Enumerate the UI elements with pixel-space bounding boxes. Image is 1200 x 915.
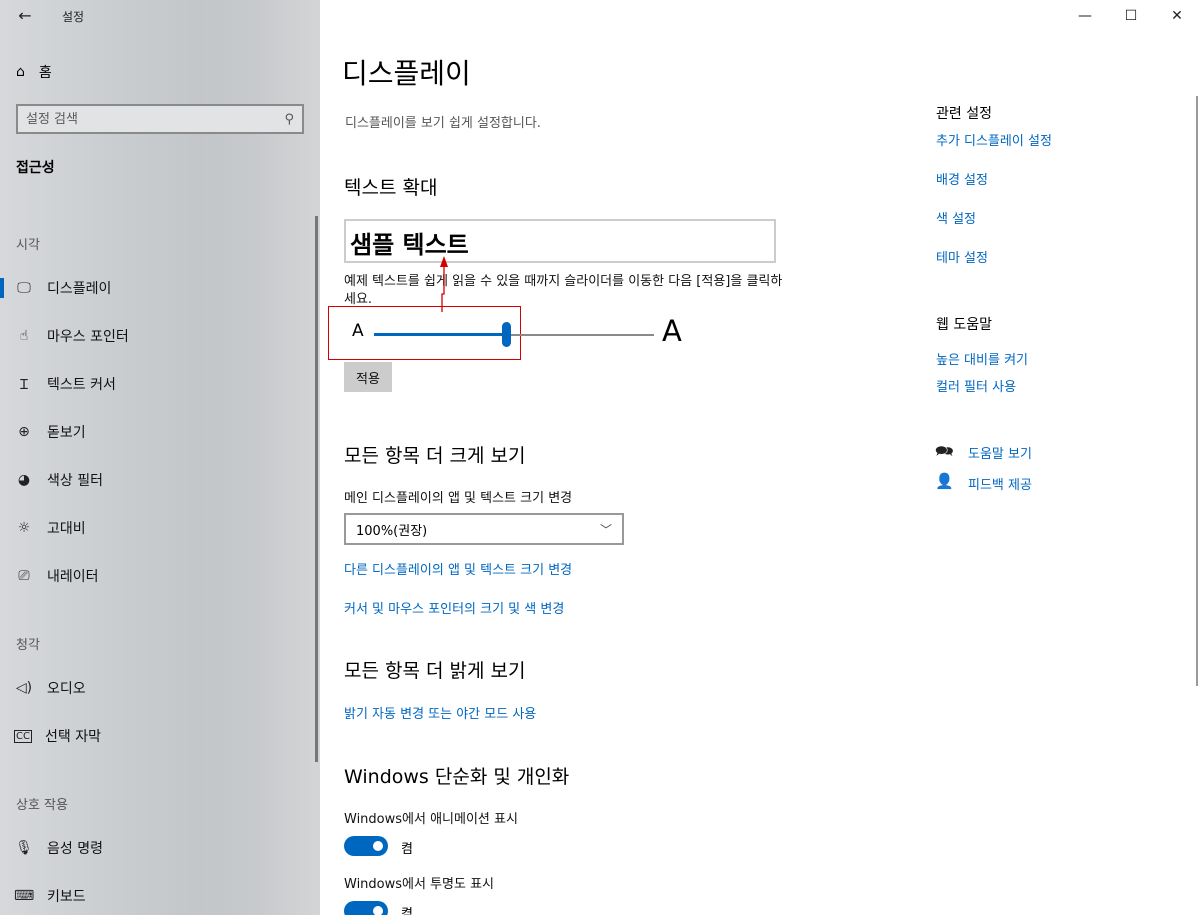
sidebar: ← 설정 ⌂ 홈 ⚲ 접근성 시각 🖵 디스플레이 ☝ 마우스 포인터 Ɪ 텍스… [0,0,320,915]
transparency-toggle[interactable] [344,901,388,915]
sidebar-item-magnifier[interactable]: ⊕ 돋보기 [0,412,310,452]
sidebar-item-closed-captions[interactable]: CC 선택 자막 [0,716,310,756]
sidebar-item-label: 키보드 [47,889,86,905]
mouse-pointer-icon: ☝ [19,328,29,344]
brightness-icon: ☼ [17,520,31,536]
apply-button[interactable]: 적용 [344,362,392,392]
slider-min-label: A [352,321,364,341]
magnifier-icon: ⊕ [18,424,30,440]
sample-text-box: 샘플 텍스트 [344,219,776,263]
animation-toggle-state: 켬 [401,842,413,857]
scale-heading: 모든 항목 더 크게 보기 [344,445,526,467]
slider-instruction: 예제 텍스트를 쉽게 읽을 수 있을 때까지 슬라이더를 이동한 다음 [적용]… [344,274,783,307]
text-size-slider-thumb[interactable] [501,322,511,347]
section-title: 접근성 [16,160,55,176]
transparency-label: Windows에서 투명도 표시 [344,877,495,892]
group-label-interaction: 상호 작용 [16,798,68,813]
search-input[interactable] [26,111,266,127]
sidebar-item-label: 색상 필터 [47,473,103,489]
sidebar-item-home[interactable]: ⌂ 홈 [16,62,52,82]
auto-brightness-link[interactable]: 밝기 자동 변경 또는 야간 모드 사용 [344,703,536,722]
text-size-slider-fill [374,333,506,336]
sidebar-item-label: 디스플레이 [47,281,112,297]
help-chat-icon: 🗪 [935,442,954,460]
sidebar-item-narrator[interactable]: ⎚ 내레이터 [0,556,310,596]
toggle-knob [373,841,383,851]
app-title: 설정 [62,10,85,24]
feedback-person-icon: 👤 [935,472,954,490]
get-help-link[interactable]: 도움말 보기 [968,443,1032,462]
maximize-icon[interactable]: ☐ [1108,0,1154,32]
scale-label: 메인 디스플레이의 앱 및 텍스트 크기 변경 [344,491,573,506]
color-settings-link[interactable]: 색 설정 [936,208,976,227]
sidebar-item-display[interactable]: 🖵 디스플레이 [0,268,310,308]
web-help-heading: 웹 도움말 [936,317,992,333]
animation-label: Windows에서 애니메이션 표시 [344,812,518,827]
microphone-icon: 🎙 [15,840,33,856]
sidebar-item-label: 홈 [38,65,52,81]
page-title: 디스플레이 [342,57,471,90]
sidebar-item-label: 텍스트 커서 [47,377,116,393]
sidebar-item-mouse-pointer[interactable]: ☝ 마우스 포인터 [0,316,310,356]
sidebar-item-speech[interactable]: 🎙 음성 명령 [0,828,310,868]
text-size-heading: 텍스트 확대 [344,177,438,199]
sidebar-item-keyboard[interactable]: ⌨ 키보드 [0,876,310,915]
related-settings-heading: 관련 설정 [936,106,992,122]
text-cursor-icon: Ɪ [20,376,28,393]
sidebar-item-high-contrast[interactable]: ☼ 고대비 [0,508,310,548]
slider-max-label: A [662,314,682,348]
sidebar-item-audio[interactable]: ◁) 오디오 [0,668,310,708]
closed-caption-icon: CC [14,729,32,743]
scale-dropdown[interactable]: 100%(권장) ﹀ [344,513,624,545]
sidebar-item-label: 음성 명령 [47,841,103,857]
home-icon: ⌂ [16,64,25,80]
sidebar-item-label: 내레이터 [47,569,99,585]
annotation-arrow [440,256,448,312]
cursor-pointer-size-link[interactable]: 커서 및 마우스 포인터의 크기 및 색 변경 [344,598,564,617]
toggle-knob [373,906,383,915]
other-display-scale-link[interactable]: 다른 디스플레이의 앱 및 텍스트 크기 변경 [344,559,572,578]
give-feedback-link[interactable]: 피드백 제공 [968,474,1032,493]
high-contrast-link[interactable]: 높은 대비를 켜기 [936,349,1028,368]
keyboard-icon: ⌨ [14,888,35,904]
sidebar-item-label: 오디오 [47,681,86,697]
sidebar-item-label: 선택 자막 [45,729,101,745]
narrator-icon: ⎚ [18,568,30,584]
background-settings-link[interactable]: 배경 설정 [936,169,988,188]
sidebar-item-color-filter[interactable]: ◕ 색상 필터 [0,460,310,500]
sidebar-item-label: 마우스 포인터 [47,329,129,345]
monitor-icon: 🖵 [17,280,31,296]
sidebar-item-label: 고대비 [47,521,86,537]
palette-icon: ◕ [17,472,31,488]
transparency-toggle-state: 켬 [401,907,413,915]
main-scrollbar[interactable] [1196,96,1198,686]
minimize-icon[interactable]: — [1062,0,1108,32]
sidebar-item-label: 돋보기 [47,425,86,441]
animation-toggle[interactable] [344,836,388,856]
sidebar-item-text-cursor[interactable]: Ɪ 텍스트 커서 [0,364,310,404]
search-box[interactable]: ⚲ [16,104,304,134]
back-arrow-icon[interactable]: ← [14,6,36,28]
additional-display-settings-link[interactable]: 추가 디스플레이 설정 [936,130,1052,149]
group-label-hearing: 청각 [16,638,40,653]
scale-selected-value: 100%(권장) [356,523,428,539]
simplify-heading: Windows 단순화 및 개인화 [344,766,570,788]
close-icon[interactable]: ✕ [1154,0,1200,32]
brightness-heading: 모든 항목 더 밝게 보기 [344,660,526,682]
search-icon[interactable]: ⚲ [284,112,294,127]
sidebar-scrollbar[interactable] [315,216,318,762]
theme-settings-link[interactable]: 테마 설정 [936,247,988,266]
group-label-vision: 시각 [16,238,40,253]
speaker-icon: ◁) [15,680,33,696]
page-description: 디스플레이를 보기 쉽게 설정합니다. [345,116,541,131]
color-filter-link[interactable]: 컬러 필터 사용 [936,376,1016,395]
chevron-down-icon: ﹀ [599,522,612,537]
